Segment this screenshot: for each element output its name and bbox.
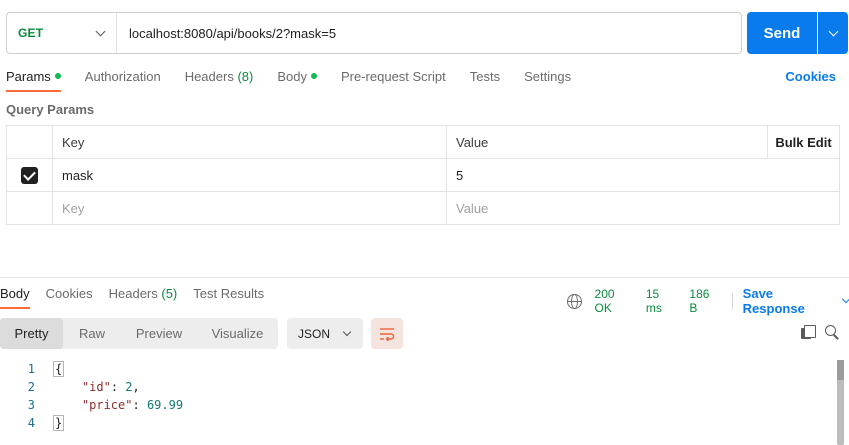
line-number: 2 (27, 380, 35, 394)
code-text: "price": 69.99 (81, 398, 184, 412)
param-key[interactable]: mask (52, 158, 447, 192)
header-key: Key (52, 125, 447, 159)
request-tabs: Params Authorization Headers (8) Body Pr… (6, 62, 595, 92)
chevron-down-icon (342, 327, 352, 336)
response-meta: 200 OK 15 ms 186 B Save Response (567, 286, 849, 316)
query-params-title: Query Params (6, 102, 95, 117)
bulk-edit-button[interactable]: Bulk Edit (767, 125, 840, 159)
tab-headers[interactable]: Headers (8) (185, 62, 254, 92)
wrap-lines-button[interactable] (371, 318, 403, 349)
response-tab-test-results[interactable]: Test Results (193, 279, 264, 309)
line-number: 3 (27, 398, 35, 412)
format-select[interactable]: JSON (287, 318, 363, 349)
method-label: GET (18, 26, 44, 40)
tab-pre-request-script[interactable]: Pre-request Script (341, 62, 446, 92)
chevron-down-icon (828, 26, 838, 36)
tab-count: (5) (161, 286, 178, 301)
method-select[interactable]: GET (7, 13, 117, 53)
view-mode-visualize[interactable]: Visualize (197, 318, 278, 349)
tab-params[interactable]: Params (6, 62, 61, 92)
response-size[interactable]: 186 B (689, 287, 719, 315)
code-text: "id": 2, (81, 380, 140, 394)
send-options-button[interactable] (818, 12, 848, 54)
table-row-empty: Key Value (6, 191, 840, 225)
json-key: "id" (81, 380, 111, 394)
response-tabs: Body Cookies Headers (5) Test Results (0, 279, 280, 309)
response-tab-body[interactable]: Body (0, 279, 30, 309)
pane-divider[interactable] (0, 277, 849, 278)
table-row: mask 5 (6, 158, 840, 192)
tab-label: Body (277, 69, 307, 84)
search-icon[interactable] (825, 325, 839, 339)
tab-label: Headers (108, 286, 158, 301)
response-tab-headers[interactable]: Headers (5) (109, 279, 178, 309)
separator (731, 293, 733, 309)
tab-label: Params (6, 69, 51, 84)
query-params-table: Key Value Bulk Edit mask 5 Key Value (6, 125, 840, 225)
response-tab-cookies[interactable]: Cookies (46, 279, 93, 309)
param-value[interactable]: 5 (446, 158, 840, 192)
empty-check-cell (6, 191, 53, 225)
code-text: } (53, 415, 65, 431)
save-response-label: Save Response (742, 286, 805, 316)
tab-body[interactable]: Body (277, 62, 317, 92)
tab-authorization[interactable]: Authorization (85, 62, 161, 92)
line-number: 4 (27, 416, 35, 430)
response-time[interactable]: 15 ms (646, 287, 678, 315)
status-dot-icon (310, 73, 317, 79)
chevron-down-icon (95, 26, 106, 36)
header-check-cell (6, 125, 53, 159)
url-input[interactable] (117, 13, 741, 53)
format-label: JSON (298, 326, 331, 341)
cookies-link[interactable]: Cookies (785, 69, 836, 84)
header-value: Value (446, 125, 768, 159)
json-value: 2 (125, 380, 133, 394)
json-value: 69.99 (146, 398, 184, 412)
tab-settings[interactable]: Settings (524, 62, 571, 92)
view-mode-pretty[interactable]: Pretty (0, 318, 63, 349)
tab-label: Headers (184, 69, 234, 84)
code-text: { (53, 361, 65, 377)
globe-icon[interactable] (567, 293, 582, 309)
code-line: 4 } (0, 414, 836, 432)
tab-count: (8) (237, 69, 254, 84)
bracket: } (53, 415, 65, 431)
copy-icon[interactable] (801, 325, 816, 339)
new-param-value-input[interactable]: Value (446, 191, 840, 225)
view-mode-preview[interactable]: Preview (121, 318, 197, 349)
status-badge[interactable]: 200 OK (595, 287, 634, 315)
table-header-row: Key Value Bulk Edit (6, 125, 840, 159)
code-line: 1 { (0, 360, 836, 378)
new-param-key-input[interactable]: Key (52, 191, 447, 225)
code-line: 3 "price": 69.99 (0, 396, 836, 414)
bracket: { (53, 361, 65, 377)
line-number: 1 (27, 362, 35, 376)
scrollbar-thumb[interactable] (837, 360, 844, 380)
view-mode-raw[interactable]: Raw (63, 318, 121, 349)
json-key: "price" (81, 398, 133, 412)
param-check-cell (6, 158, 53, 192)
save-response-button[interactable]: Save Response (743, 286, 849, 316)
wrap-lines-icon (380, 327, 395, 341)
code-line: 2 "id": 2, (0, 378, 836, 396)
request-bar: GET (6, 12, 742, 54)
tab-tests[interactable]: Tests (470, 62, 500, 92)
response-body[interactable]: 1 { 2 "id": 2, 3 "price": 69.99 4 } (0, 360, 836, 432)
view-mode-selector: Pretty Raw Preview Visualize (0, 318, 278, 349)
param-checkbox[interactable] (21, 166, 38, 184)
send-button[interactable]: Send (747, 12, 817, 54)
status-dot-icon (54, 73, 61, 79)
chevron-down-icon (841, 294, 849, 304)
